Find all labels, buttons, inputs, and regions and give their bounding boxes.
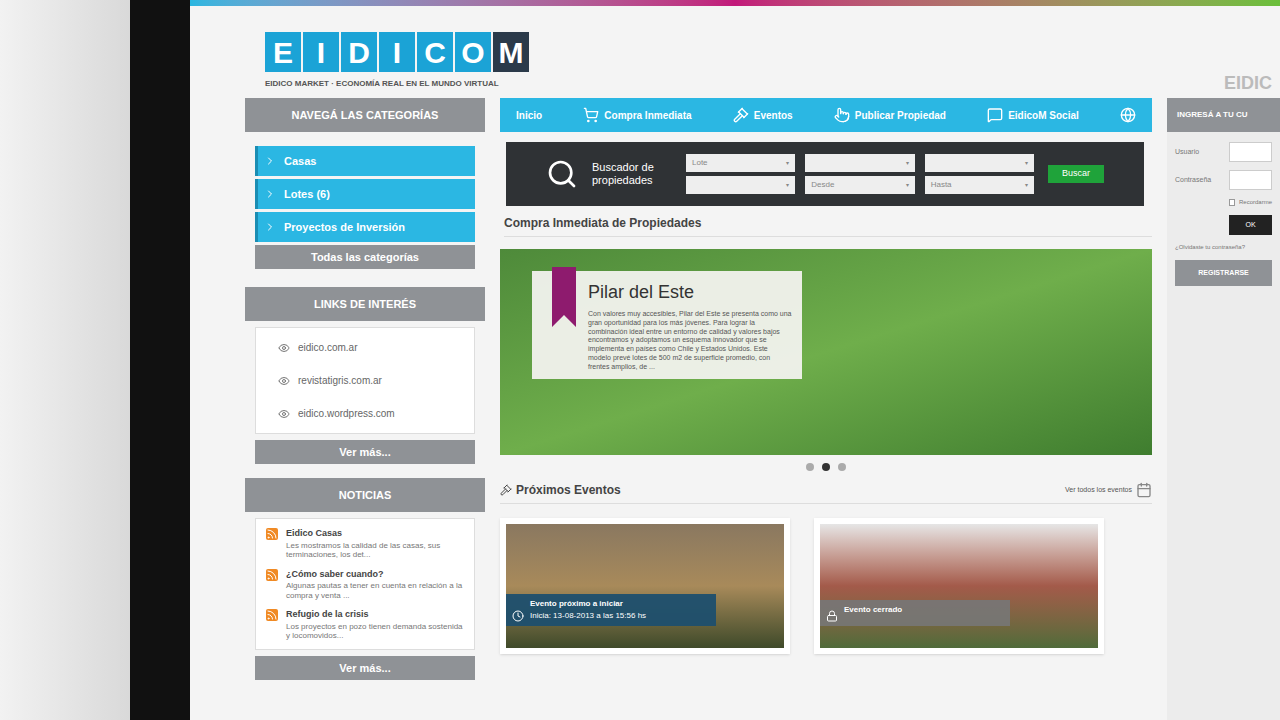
rss-icon: [266, 609, 278, 621]
slide[interactable]: Pilar del EsteCon valores muy accesibles…: [500, 249, 1152, 455]
background: [0, 0, 130, 720]
more-button[interactable]: Ver más...: [255, 440, 475, 464]
all-categories[interactable]: Todas las categorías: [255, 245, 475, 269]
search-field[interactable]: ▾: [925, 154, 1034, 172]
search-field[interactable]: Hasta▾: [925, 176, 1034, 194]
link-item[interactable]: revistatigris.com.ar: [278, 373, 452, 388]
search-bar: Buscador de propiedades Lote▾ ▾ ▾ ▾ Desde▾ Has…: [506, 142, 1144, 206]
login-button[interactable]: OK: [1229, 215, 1272, 235]
link-item[interactable]: eidico.wordpress.com: [278, 406, 452, 421]
chevron-icon: [264, 221, 276, 233]
rss-icon: [266, 569, 278, 581]
sidebar-header: LINKS DE INTERÉS: [245, 287, 485, 321]
slide-dots: [500, 463, 1152, 471]
logo-letter: M: [493, 32, 529, 72]
logo: EIDICOMEIDICO MARKET · ECONOMÍA REAL EN …: [265, 32, 529, 90]
search-field[interactable]: Desde▾: [805, 176, 914, 194]
eye-icon: [278, 375, 290, 387]
eye-icon: [278, 342, 290, 354]
gavel-icon: [500, 484, 512, 496]
chevron-icon: [264, 188, 276, 200]
sidebar-header: NAVEGÁ LAS CATEGORÍAS: [245, 98, 485, 132]
slide-dot[interactable]: [838, 463, 846, 471]
news-item[interactable]: Eidico CasasLes mostramos la calidad de …: [266, 527, 464, 560]
slide-dot[interactable]: [806, 463, 814, 471]
search-field[interactable]: ▾: [805, 154, 914, 172]
cart-icon: [583, 107, 599, 123]
search-button[interactable]: Buscar: [1048, 165, 1104, 183]
search-field[interactable]: ▾: [686, 176, 795, 194]
slide-dot[interactable]: [822, 463, 830, 471]
logo-letter: E: [265, 32, 301, 72]
logo-letter: D: [341, 32, 377, 72]
pointer-icon: [834, 107, 850, 123]
nav-item[interactable]: Inicio: [516, 108, 542, 123]
ribbon-icon: [552, 267, 576, 327]
calendar-icon: [1136, 482, 1152, 498]
gavel-icon: [733, 107, 749, 123]
search-field[interactable]: Lote▾: [686, 154, 795, 172]
forgot-link[interactable]: ¿Olvidaste tu contraseña?: [1175, 243, 1272, 252]
slide-caption: Pilar del EsteCon valores muy accesibles…: [532, 271, 802, 379]
nav-item[interactable]: Publicar Propiedad: [834, 107, 946, 123]
field-label: Usuario: [1175, 147, 1225, 158]
news-item[interactable]: Refugio de la crisisLos proyectos en poz…: [266, 608, 464, 641]
lock-icon: [826, 610, 838, 622]
logo-letter: C: [417, 32, 453, 72]
event-banner: Evento cerrado: [820, 600, 1010, 626]
globe-icon[interactable]: [1120, 107, 1136, 123]
rss-icon: [266, 528, 278, 540]
event-banner: Evento próximo a iniciarInicia: 13-08-20…: [506, 594, 716, 626]
login-input[interactable]: [1229, 170, 1272, 190]
corner-text: EIDIC: [1224, 70, 1272, 97]
news-item[interactable]: ¿Cómo saber cuando?Algunas pautas a tene…: [266, 568, 464, 601]
clock-icon: [512, 610, 524, 622]
color-strip: [190, 0, 1280, 6]
category-item[interactable]: Proyectos de Inversión: [255, 212, 475, 242]
nav-bar: Inicio Compra Inmediata Eventos Publicar Pr…: [500, 98, 1152, 132]
screen: EIDICOMEIDICO MARKET · ECONOMÍA REAL EN …: [0, 0, 1280, 720]
event-card[interactable]: Evento cerrado: [814, 518, 1104, 654]
remember-checkbox[interactable]: [1229, 199, 1235, 206]
chat-icon: [987, 107, 1003, 123]
category-item[interactable]: Casas: [255, 146, 475, 176]
login-panel: INGRESÁ A TU CUUsuarioContraseñaRecordar…: [1167, 98, 1280, 720]
search-title: Buscador de propiedades: [592, 161, 672, 187]
sidebar: NAVEGÁ LAS CATEGORÍAS CasasLotes (6)Proye…: [245, 98, 485, 720]
nav-item[interactable]: Compra Inmediata: [583, 107, 691, 123]
login-header: INGRESÁ A TU CU: [1167, 98, 1280, 132]
logo-tagline: EIDICO MARKET · ECONOMÍA REAL EN EL MUND…: [265, 78, 529, 90]
events-heading: Próximos EventosVer todos los eventos: [500, 481, 1152, 504]
logo-letter: I: [303, 32, 339, 72]
header: EIDICOMEIDICO MARKET · ECONOMÍA REAL EN …: [190, 6, 1280, 98]
field-label: Contraseña: [1175, 175, 1225, 186]
logo-letter: I: [379, 32, 415, 72]
web-page: EIDICOMEIDICO MARKET · ECONOMÍA REAL EN …: [190, 0, 1280, 720]
eye-icon: [278, 408, 290, 420]
featured-heading: Compra Inmediata de Propiedades: [504, 214, 1152, 237]
register-button[interactable]: REGISTRARSE: [1175, 260, 1272, 286]
category-item[interactable]: Lotes (6): [255, 179, 475, 209]
body: NAVEGÁ LAS CATEGORÍAS CasasLotes (6)Proye…: [190, 98, 1280, 720]
login-input[interactable]: [1229, 142, 1272, 162]
link-item[interactable]: eidico.com.ar: [278, 340, 452, 355]
nav-item[interactable]: EidicoM Social: [987, 107, 1079, 123]
chevron-icon: [264, 155, 276, 167]
nav-item[interactable]: Eventos: [733, 107, 793, 123]
more-button[interactable]: Ver más...: [255, 656, 475, 680]
all-events-link[interactable]: Ver todos los eventos: [1065, 482, 1152, 498]
monitor-bezel: [130, 0, 190, 720]
search-icon: [546, 158, 578, 190]
sidebar-header: NOTICIAS: [245, 478, 485, 512]
logo-letter: O: [455, 32, 491, 72]
event-card[interactable]: Evento próximo a iniciarInicia: 13-08-20…: [500, 518, 790, 654]
main: Inicio Compra Inmediata Eventos Publicar Pr…: [500, 98, 1152, 720]
